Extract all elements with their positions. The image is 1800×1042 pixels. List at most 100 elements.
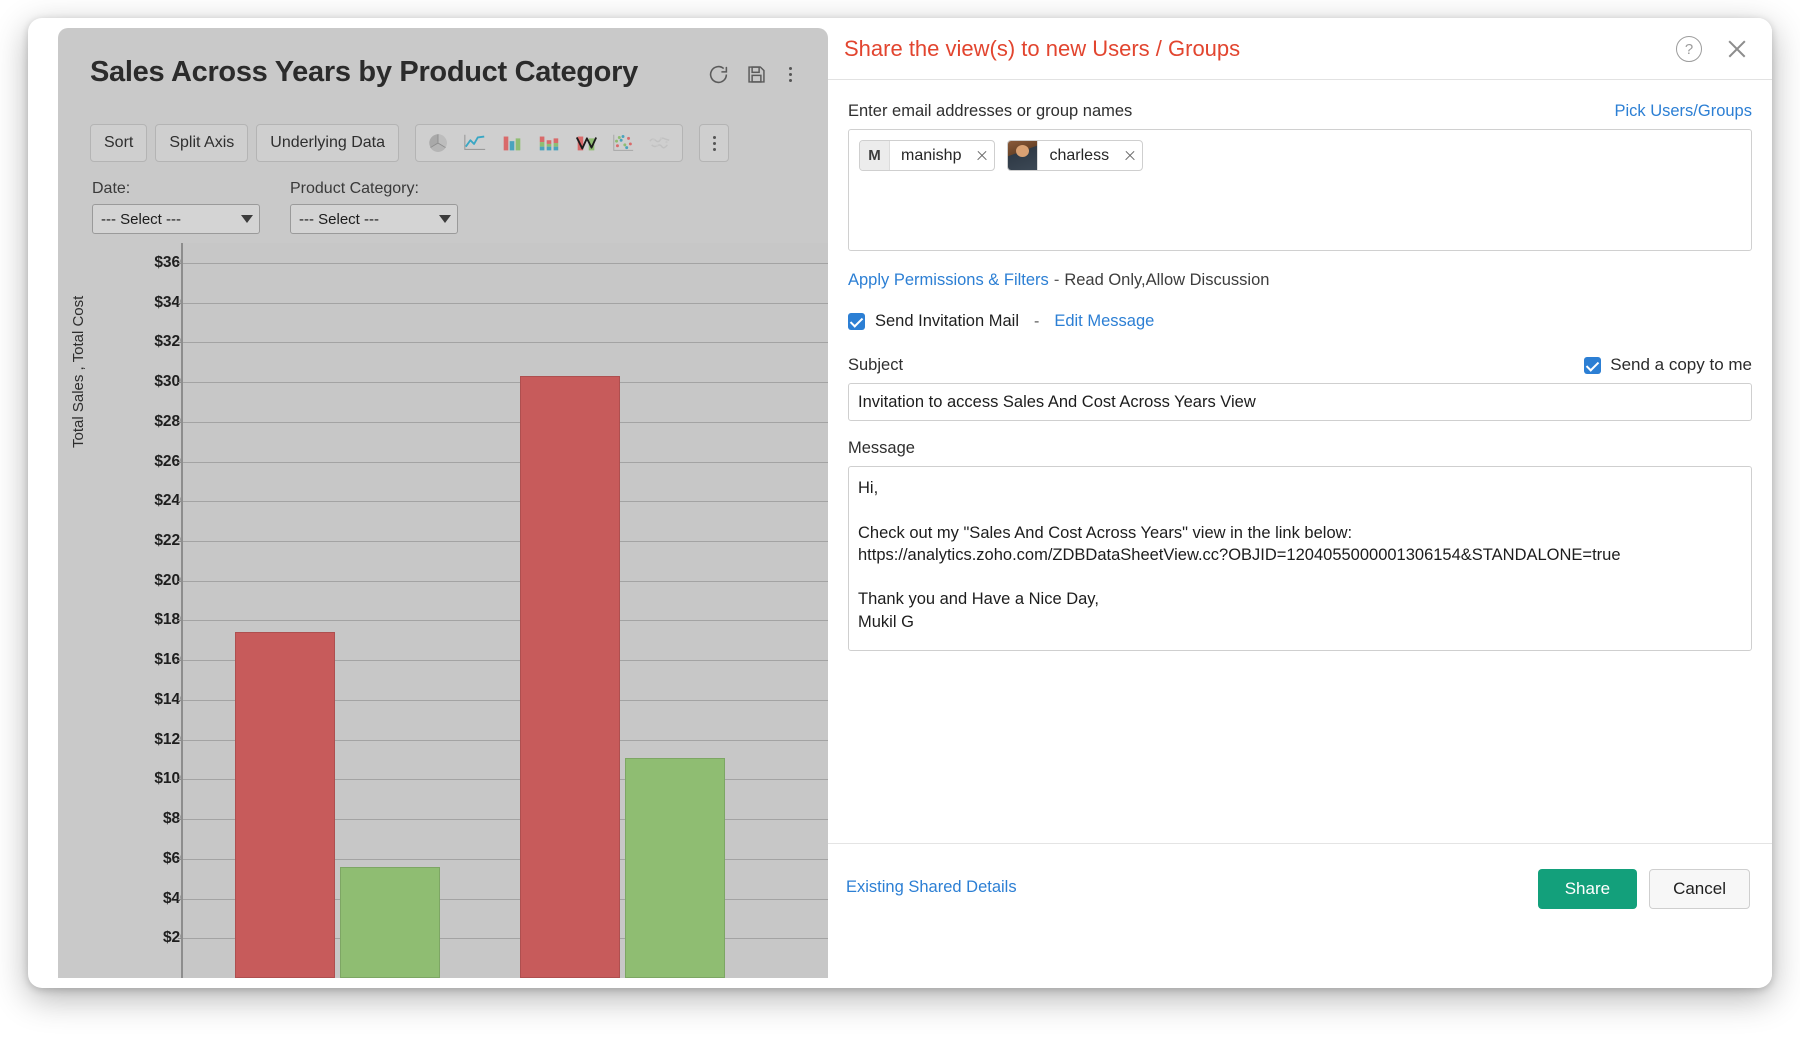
send-invitation-checkbox[interactable] [848,313,865,330]
avatar [1008,141,1038,170]
axis-tick [178,462,183,463]
recipients-input[interactable]: M manishp charless [848,129,1752,251]
existing-shared-details-link[interactable]: Existing Shared Details [846,878,1017,897]
axis-tick [178,740,183,741]
axis-tick [178,938,183,939]
filter-product-category-value: --- Select --- [299,211,379,228]
apply-permissions-link[interactable]: Apply Permissions & Filters [848,271,1049,289]
message-label: Message [848,439,1752,458]
axis-tick [178,899,183,900]
chart-bar[interactable] [340,867,440,978]
message-textarea[interactable]: Hi, Check out my "Sales And Cost Across … [848,466,1752,651]
recipient-chips: M manishp charless [859,140,1741,171]
filter-date-select[interactable]: --- Select --- [92,204,260,234]
axis-tick [178,541,183,542]
chart-toolbar-more-menu[interactable] [699,124,729,162]
chart-panel: Sales Across Years by Product Category S… [58,28,828,978]
line-chart-icon[interactable] [459,128,491,158]
remove-recipient-icon[interactable] [970,141,994,170]
combo-chart-icon[interactable] [570,128,602,158]
chevron-down-icon [241,215,253,223]
filter-date-label: Date: [92,180,260,198]
chart-bar[interactable] [520,376,620,978]
cancel-button[interactable]: Cancel [1649,869,1750,909]
axis-tick [178,859,183,860]
help-circle-icon[interactable]: ? [1676,36,1702,62]
bar-chart-icon[interactable] [496,128,528,158]
chart-toolbar: Sort Split Axis Underlying Data [90,124,729,162]
map-chart-icon[interactable] [644,128,676,158]
sort-button[interactable]: Sort [90,124,147,162]
share-dialog-title: Share the view(s) to new Users / Groups [844,36,1240,62]
share-dialog-header-icons: ? [1676,36,1750,62]
screenshot-root: Sales Across Years by Product Category S… [0,0,1800,1042]
axis-tick [178,620,183,621]
filter-product-category-select[interactable]: --- Select --- [290,204,458,234]
underlying-data-button[interactable]: Underlying Data [256,124,399,162]
recipient-chip[interactable]: M manishp [859,140,995,171]
axis-tick [178,819,183,820]
subject-label: Subject [848,356,903,375]
app-card: Sales Across Years by Product Category S… [28,18,1772,988]
recipients-label: Enter email addresses or group names [848,102,1132,121]
filter-date-value: --- Select --- [101,211,181,228]
close-icon[interactable] [1724,36,1750,62]
pick-users-groups-link[interactable]: Pick Users/Groups [1614,102,1752,121]
remove-recipient-icon[interactable] [1118,141,1142,170]
permissions-separator: - [1054,271,1060,289]
recipients-header: Enter email addresses or group names Pic… [848,102,1752,121]
gridline [183,541,828,542]
gridline [183,620,828,621]
gridline [183,581,828,582]
footer-buttons: Share Cancel [1538,869,1750,909]
chart-plot: Total Sales , Total Cost $360K$340K$320K… [58,243,828,978]
axis-tick [178,382,183,383]
filter-date: Date: --- Select --- [92,180,260,234]
permissions-row: Apply Permissions & Filters-Read Only,Al… [848,271,1752,290]
chart-bar[interactable] [625,758,725,979]
edit-message-link[interactable]: Edit Message [1054,312,1154,331]
stacked-bar-chart-icon[interactable] [533,128,565,158]
axis-tick [178,303,183,304]
share-dialog-body: Enter email addresses or group names Pic… [828,80,1772,925]
send-copy-checkbox[interactable] [1584,357,1601,374]
axis-tick [178,263,183,264]
share-dialog: Share the view(s) to new Users / Groups … [828,18,1772,988]
chart-bar[interactable] [235,632,335,978]
refresh-icon[interactable] [707,62,729,86]
send-copy-label: Send a copy to me [1610,355,1752,375]
gridline [183,263,828,264]
subject-header: Subject Send a copy to me [848,355,1752,375]
send-invitation-row: Send Invitation Mail - Edit Message [848,312,1752,331]
share-dialog-header: Share the view(s) to new Users / Groups … [828,18,1772,80]
avatar: M [860,141,890,170]
chevron-down-icon [439,215,451,223]
gridline [183,462,828,463]
filter-product-category-label: Product Category: [290,180,458,198]
invitation-separator: - [1034,313,1039,331]
axis-tick [178,700,183,701]
share-dialog-footer: Existing Shared Details Share Cancel [828,843,1772,933]
chart-type-group [415,124,683,162]
plot-area [181,243,828,978]
share-button[interactable]: Share [1538,869,1637,909]
pie-chart-icon[interactable] [422,128,454,158]
split-axis-button[interactable]: Split Axis [155,124,248,162]
recipient-chip[interactable]: charless [1007,140,1143,171]
gridline [183,382,828,383]
subject-input[interactable]: Invitation to access Sales And Cost Acro… [848,383,1752,421]
gridline [183,422,828,423]
send-copy-row: Send a copy to me [1584,355,1752,375]
axis-tick [178,660,183,661]
axis-tick [178,422,183,423]
save-icon[interactable] [745,62,767,86]
chart-more-menu[interactable] [783,65,798,84]
axis-tick [178,342,183,343]
gridline [183,303,828,304]
gridline [183,501,828,502]
y-axis-title: Total Sales , Total Cost [70,296,87,448]
chart-filters: Date: --- Select --- Product Category: -… [92,180,458,234]
scatter-chart-icon[interactable] [607,128,639,158]
page-title: Sales Across Years by Product Category [90,56,638,89]
axis-tick [178,581,183,582]
